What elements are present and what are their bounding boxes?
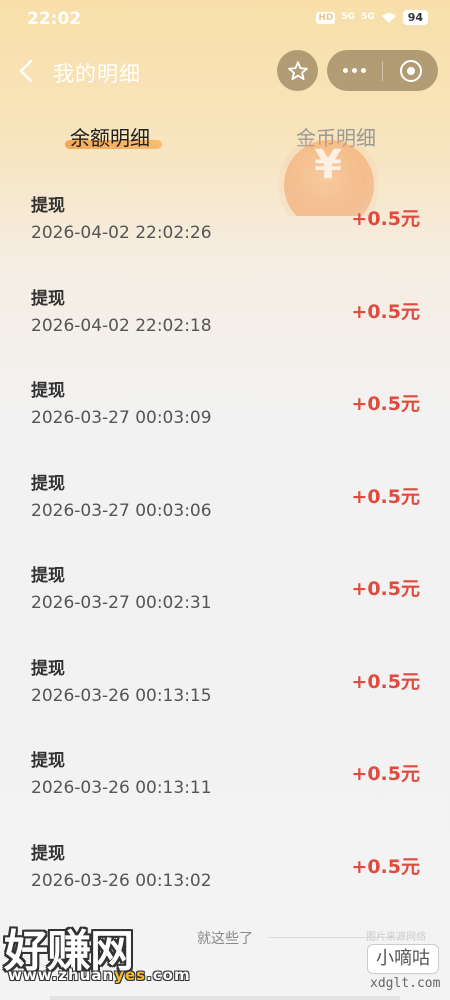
back-arrow-icon[interactable] (16, 58, 38, 84)
list-item: 提现 2026-03-26 00:13:15 +0.5元 (0, 639, 450, 732)
record-time: 2026-04-02 22:02:26 (31, 223, 212, 243)
record-amount: +0.5元 (351, 578, 420, 600)
record-amount: +0.5元 (351, 670, 420, 693)
record-time: 2026-03-26 00:13:02 (31, 870, 212, 891)
record-time: 2026-03-27 00:03:06 (31, 500, 212, 521)
tab-balance-detail[interactable]: 余额明细 (70, 122, 150, 151)
battery-indicator: 94 (402, 10, 428, 25)
record-amount: +0.5元 (351, 763, 420, 785)
list-item: 提现 2026-04-02 22:02:26 +0.5元 (0, 176, 450, 269)
record-list: 提现 2026-04-02 22:02:26 +0.5元 提现 2026-04-… (0, 176, 450, 916)
more-button[interactable] (327, 50, 382, 91)
record-type: 提现 (31, 658, 65, 679)
wifi-icon (381, 12, 396, 23)
record-amount: +0.5元 (351, 208, 420, 230)
record-type: 提现 (31, 473, 65, 494)
more-dots-icon (343, 68, 366, 73)
watermark-url: www.zhuanyes.com (8, 966, 191, 984)
hd-icon: HD (316, 11, 336, 24)
record-type: 提现 (31, 288, 65, 309)
list-item: 提现 2026-03-26 00:13:11 +0.5元 (0, 731, 450, 824)
record-time: 2026-03-27 00:03:09 (31, 408, 212, 428)
list-item: 提现 2026-04-02 22:02:18 +0.5元 (0, 269, 450, 362)
record-time: 2026-03-26 00:13:15 (31, 685, 212, 706)
watermark-domain: xdglt.com (370, 976, 441, 991)
record-amount: +0.5元 (351, 393, 420, 415)
close-miniprogram-button[interactable] (383, 50, 438, 91)
record-time: 2026-03-27 00:02:31 (31, 593, 212, 613)
favorite-button[interactable] (277, 50, 318, 91)
record-amount: +0.5元 (351, 855, 420, 878)
signal-icon-2: 5G (361, 12, 375, 22)
list-item: 提现 2026-03-27 00:03:09 +0.5元 (0, 361, 450, 454)
nav-bar: 我的明细 (0, 50, 450, 94)
record-time: 2026-04-02 22:02:18 (31, 315, 212, 336)
list-end-text: 就这些了 (197, 931, 253, 947)
watermark-url-highlight: yes (114, 966, 147, 984)
star-icon (287, 60, 308, 80)
list-item: 提现 2026-03-26 00:13:02 +0.5元 (0, 824, 450, 917)
list-item: 提现 2026-03-27 00:02:31 +0.5元 (0, 546, 450, 639)
record-amount: +0.5元 (351, 300, 420, 323)
record-time: 2026-03-26 00:13:11 (31, 778, 212, 798)
home-indicator (50, 996, 400, 1000)
status-time: 22:02 (27, 9, 82, 29)
record-type: 提现 (31, 381, 65, 401)
signal-icon: 5G (341, 12, 356, 22)
watermark-url-part: www.zhuan (8, 966, 115, 984)
page-title: 我的明细 (53, 62, 141, 86)
watermark-caption: 图片来源网络 (366, 932, 426, 943)
target-icon (399, 59, 422, 82)
status-bar: 22:02 HD 5G 5G 94 (0, 0, 450, 36)
record-type: 提现 (31, 196, 65, 216)
status-icons: HD 5G 5G 94 (316, 10, 428, 25)
record-type: 提现 (31, 751, 65, 771)
record-amount: +0.5元 (351, 485, 420, 508)
watermark-badge: 小嘀咕 (367, 944, 439, 974)
record-type: 提现 (31, 566, 65, 586)
watermark-url-part: .com (146, 966, 191, 984)
record-type: 提现 (31, 843, 65, 864)
mini-program-capsule (327, 50, 438, 91)
list-item: 提现 2026-03-27 00:03:06 +0.5元 (0, 454, 450, 547)
